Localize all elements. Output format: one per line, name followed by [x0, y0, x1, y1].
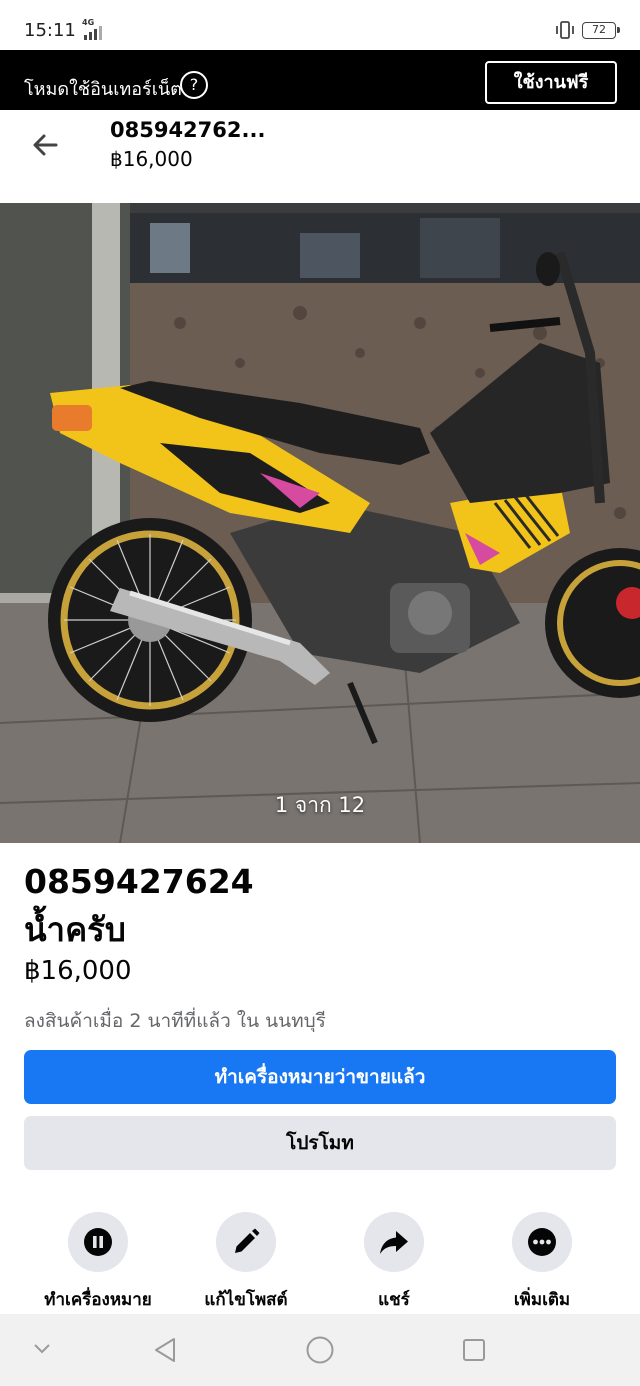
recents-square-icon[interactable] — [461, 1337, 487, 1363]
battery-icon: 72 — [582, 22, 620, 39]
more-action[interactable]: เพิ่มเติม — [467, 1212, 617, 1313]
mark-action-label: ทำเครื่องหมาย — [44, 1290, 152, 1310]
photo-counter: 1 จาก 12 — [274, 793, 366, 817]
use-free-button[interactable]: ใช้งานฟรี — [485, 61, 617, 104]
mark-action[interactable]: ทำเครื่องหมาย — [23, 1212, 173, 1313]
more-label: เพิ่มเติม — [513, 1290, 571, 1310]
share-label: แชร์ — [378, 1290, 410, 1310]
home-circle-icon[interactable] — [305, 1335, 335, 1365]
help-icon[interactable]: ? — [180, 71, 208, 99]
vibrate-icon — [556, 21, 574, 39]
back-arrow-icon[interactable] — [30, 130, 60, 160]
network-type: 4G — [82, 18, 95, 27]
share-action[interactable]: แชร์ — [319, 1212, 469, 1313]
listing-header: 085942762... ฿16,000 — [0, 110, 640, 202]
signal-icon: 4G — [80, 18, 110, 40]
edit-post-label: แก้ไขโพสต์ — [204, 1290, 288, 1310]
listing-photo[interactable]: 1 จาก 12 — [0, 203, 640, 843]
listing-price: ฿16,000 — [24, 956, 132, 986]
listing-title-line1: 0859427624 — [24, 862, 254, 901]
edit-post-action[interactable]: แก้ไขโพสต์ — [171, 1212, 321, 1313]
pause-icon[interactable] — [68, 1212, 128, 1272]
internet-mode-banner: โหมดใช้อินเทอร์เน็ต ? ใช้งานฟรี — [0, 50, 640, 110]
mark-as-sold-button[interactable]: ทำเครื่องหมายว่าขายแล้ว — [24, 1050, 616, 1104]
chevron-down-icon[interactable] — [32, 1342, 52, 1356]
motorcycle-image — [0, 203, 640, 843]
listing-title: 0859427624 น้ำครับ — [24, 862, 614, 950]
listing-title-line2: น้ำครับ — [24, 910, 126, 949]
share-icon[interactable] — [364, 1212, 424, 1272]
back-triangle-icon[interactable] — [152, 1336, 178, 1364]
listing-meta: ลงสินค้าเมื่อ 2 นาทีที่แล้ว ใน นนทบุรี — [24, 1010, 326, 1032]
system-nav-bar — [0, 1314, 640, 1386]
more-icon[interactable] — [512, 1212, 572, 1272]
status-time: 15:11 — [24, 20, 76, 41]
header-title: 085942762... — [110, 118, 266, 142]
internet-mode-label: โหมดใช้อินเทอร์เน็ต — [24, 79, 182, 100]
pencil-icon[interactable] — [216, 1212, 276, 1272]
header-price: ฿16,000 — [110, 147, 193, 171]
promote-button[interactable]: โปรโมท — [24, 1116, 616, 1170]
status-bar: 15:11 4G 72 — [0, 0, 640, 50]
